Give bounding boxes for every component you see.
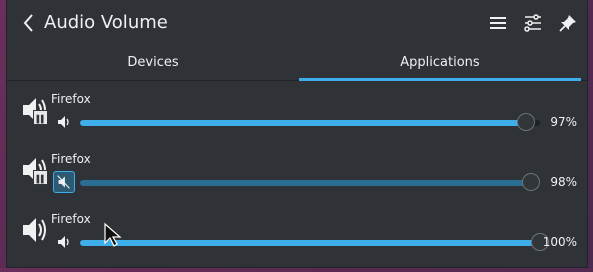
muted-volume-icon[interactable] bbox=[53, 171, 75, 193]
volume-percent: 100% bbox=[542, 235, 577, 249]
volume-slider[interactable] bbox=[80, 113, 540, 131]
back-icon[interactable] bbox=[17, 10, 41, 36]
volume-slider[interactable] bbox=[80, 173, 540, 191]
tab-devices[interactable]: Devices bbox=[7, 46, 299, 80]
volume-slider-handle[interactable] bbox=[517, 113, 535, 131]
audio-volume-panel: Audio Volume Devices Applications Firefo… bbox=[6, 0, 588, 268]
pin-icon[interactable] bbox=[558, 13, 578, 33]
hamburger-menu-icon[interactable] bbox=[488, 13, 508, 33]
mixer-settings-icon[interactable] bbox=[523, 13, 543, 33]
tab-bar: Devices Applications bbox=[7, 46, 587, 81]
volume-icon[interactable] bbox=[53, 231, 75, 253]
volume-percent: 97% bbox=[550, 115, 577, 129]
tab-applications[interactable]: Applications bbox=[299, 46, 581, 81]
mouse-cursor-icon bbox=[104, 222, 122, 247]
app-name: Firefox bbox=[51, 152, 91, 166]
app-name: Firefox bbox=[51, 92, 91, 106]
volume-slider-fill bbox=[80, 120, 526, 126]
volume-slider-handle[interactable] bbox=[522, 173, 540, 191]
stream-row-2: Firefox 98% bbox=[7, 152, 587, 212]
stream-row-3: Firefox 100% bbox=[7, 212, 587, 272]
page-title: Audio Volume bbox=[44, 12, 168, 33]
volume-slider-fill bbox=[80, 240, 540, 246]
volume-percent: 98% bbox=[550, 175, 577, 189]
app-name: Firefox bbox=[51, 212, 91, 226]
volume-slider-fill bbox=[80, 180, 531, 186]
header: Audio Volume bbox=[7, 0, 587, 46]
paused-icon bbox=[33, 110, 48, 125]
stream-row-1: Firefox 97% bbox=[7, 92, 587, 152]
volume-icon[interactable] bbox=[53, 111, 75, 133]
paused-icon bbox=[33, 170, 48, 185]
volume-slider[interactable] bbox=[80, 233, 549, 251]
